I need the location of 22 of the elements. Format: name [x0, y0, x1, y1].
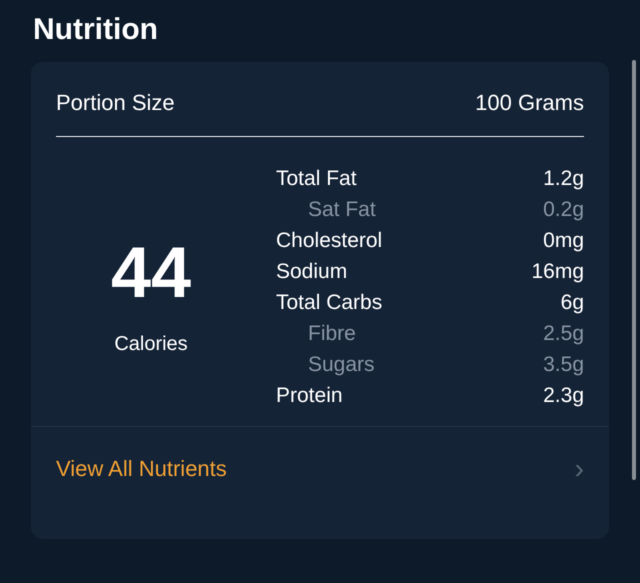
calorie-label: Calories: [114, 333, 188, 356]
view-all-link[interactable]: View All Nutrients ›: [31, 427, 609, 511]
portion-value: 100 Grams: [475, 90, 584, 116]
nutrient-name: Fibre: [307, 321, 356, 347]
portion-label: Portion Size: [56, 90, 175, 116]
nutrient-name: Protein: [276, 383, 343, 409]
nutrient-amount: 1.2g: [543, 166, 584, 192]
nutrient-name: Cholesterol: [276, 228, 382, 254]
nutrient-name: Total Carbs: [276, 290, 382, 316]
nutrient-amount: 0.2g: [543, 197, 584, 223]
nutrient-name: Sodium: [276, 259, 348, 285]
nutrient-name: Sat Fat: [307, 197, 376, 223]
nutrient-amount: 0mg: [543, 228, 584, 254]
nutrient-amount: 16mg: [531, 259, 584, 285]
nutrient-amount: 2.5g: [543, 321, 584, 347]
nutrient-amount: 6g: [560, 290, 584, 316]
nutrient-name: Total Fat: [276, 166, 357, 192]
calorie-count: 44: [110, 233, 192, 313]
nutrient-name: Sugars: [307, 352, 375, 378]
section-title: Nutrition: [33, 12, 159, 48]
nutrient-amount: 2.3g: [543, 383, 584, 409]
nutrient-amount: 3.5g: [543, 352, 584, 378]
